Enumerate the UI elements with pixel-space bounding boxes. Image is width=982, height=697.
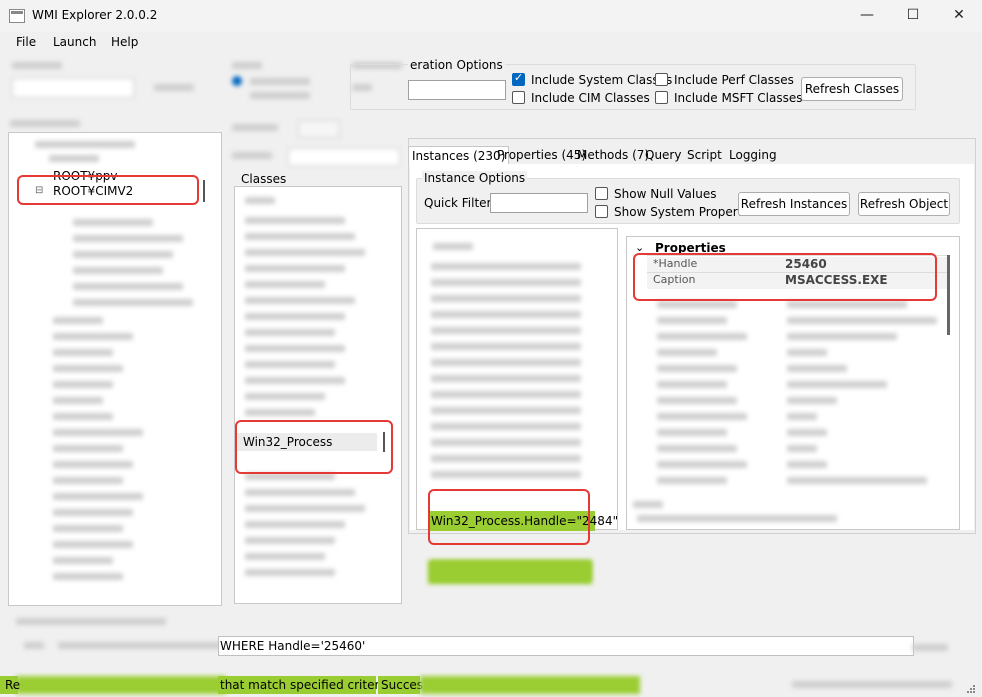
enumeration-filter-input[interactable] bbox=[408, 80, 506, 100]
close-button[interactable]: ✕ bbox=[936, 0, 982, 30]
instance-options-title: Instance Options bbox=[422, 171, 528, 185]
show-null-values-checkbox[interactable] bbox=[595, 187, 608, 200]
quick-filter-label: Quick Filter: bbox=[424, 196, 496, 210]
class-list-blurred-items bbox=[235, 187, 401, 601]
menu-help[interactable]: Help bbox=[111, 35, 138, 49]
include-msft-classes-label: Include MSFT Classes bbox=[674, 91, 803, 105]
window-title: WMI Explorer 2.0.0.2 bbox=[32, 8, 158, 22]
instance-highlight bbox=[428, 489, 590, 545]
app-icon bbox=[9, 9, 25, 23]
refresh-instances-button[interactable]: Refresh Instances bbox=[738, 192, 850, 216]
green-blurred-bar bbox=[428, 560, 592, 584]
refresh-object-button[interactable]: Refresh Object bbox=[858, 192, 950, 216]
status-right-blur bbox=[792, 680, 962, 690]
execute-button-blurred[interactable] bbox=[902, 636, 962, 658]
namespaces-header bbox=[8, 118, 220, 128]
menu-file[interactable]: File bbox=[16, 35, 36, 49]
classes-header: Classes bbox=[241, 172, 287, 186]
tab-query[interactable]: Query bbox=[642, 146, 684, 164]
include-cim-classes-checkbox[interactable] bbox=[512, 91, 525, 104]
status-text-success: Succes bbox=[381, 678, 424, 692]
include-perf-classes-checkbox[interactable] bbox=[655, 73, 668, 86]
show-system-properties-checkbox[interactable] bbox=[595, 205, 608, 218]
minimize-button[interactable]: — bbox=[844, 0, 890, 30]
include-system-classes-label: Include System Classes bbox=[531, 73, 673, 87]
enumeration-options-label: eration Options bbox=[408, 58, 505, 72]
win32-process-highlight bbox=[235, 420, 393, 474]
query-input-text: WHERE Handle='25460' bbox=[220, 639, 366, 653]
tree-scrollbar[interactable] bbox=[203, 180, 211, 202]
quick-filter-input[interactable] bbox=[490, 193, 588, 213]
class-list[interactable]: Win32_Process bbox=[234, 186, 402, 604]
class-list-scrollbar[interactable] bbox=[383, 432, 385, 452]
status-segment-blur-right bbox=[420, 676, 640, 694]
connection-panel bbox=[8, 58, 218, 110]
instance-list[interactable]: Win32_Process.Handle="2484" bbox=[416, 228, 618, 581]
status-text-start: Re bbox=[5, 678, 21, 692]
maximize-button[interactable]: ☐ bbox=[890, 0, 936, 30]
tab-script[interactable]: Script bbox=[684, 146, 725, 164]
cimv2-highlight bbox=[17, 175, 199, 205]
menu-launch[interactable]: Launch bbox=[53, 35, 96, 49]
class-filter-area bbox=[228, 118, 408, 168]
status-segment-blur bbox=[16, 676, 226, 694]
status-text-message: that match specified criteria. bbox=[220, 678, 394, 692]
include-system-classes-checkbox[interactable] bbox=[512, 71, 525, 86]
property-grid-blurred-rows bbox=[627, 293, 947, 529]
include-perf-classes-label: Include Perf Classes bbox=[674, 73, 794, 87]
resize-grip-icon[interactable] bbox=[966, 683, 976, 693]
include-msft-classes-checkbox[interactable] bbox=[655, 91, 668, 104]
tab-logging[interactable]: Logging bbox=[726, 146, 780, 164]
include-cim-classes-label: Include CIM Classes bbox=[531, 91, 650, 105]
show-null-values-label: Show Null Values bbox=[614, 187, 717, 201]
tab-methods[interactable]: Methods (7) bbox=[574, 146, 652, 164]
refresh-classes-button[interactable]: Refresh Classes bbox=[801, 77, 903, 101]
property-grid-scrollbar[interactable] bbox=[947, 255, 950, 335]
properties-highlight bbox=[633, 253, 937, 301]
instance-list-blurred-items bbox=[417, 229, 617, 581]
